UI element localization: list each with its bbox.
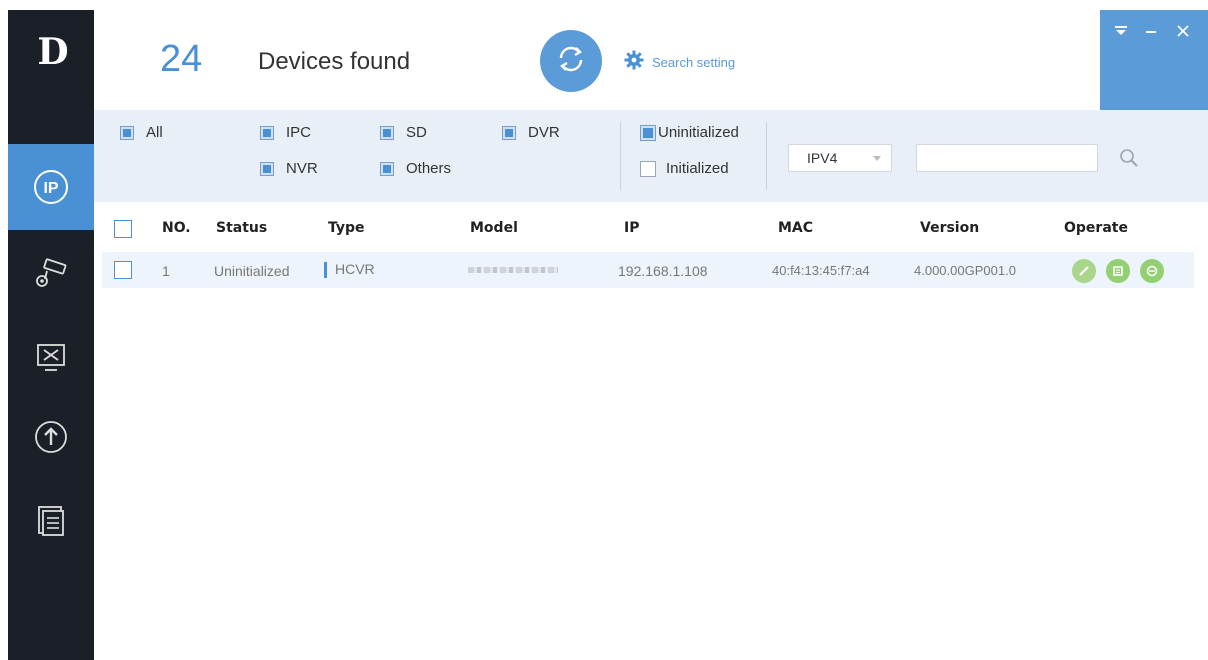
others-checkbox[interactable] (380, 161, 394, 176)
pencil-icon (1079, 266, 1089, 276)
chevron-down-icon (873, 156, 881, 161)
initialized-checkbox[interactable] (640, 160, 656, 177)
column-header-ip[interactable]: IP (624, 220, 639, 236)
row-type-label: HCVR (335, 261, 375, 277)
others-label: Others (406, 160, 452, 177)
nvr-checkbox[interactable] (260, 161, 274, 176)
nvr-label: NVR (286, 160, 318, 177)
search-setting-label: Search setting (652, 55, 736, 70)
column-header-mac[interactable]: MAC (778, 220, 813, 236)
row-mac: 40:f4:13:45:f7:a4 (772, 263, 870, 278)
filter-sd[interactable]: SD (380, 124, 427, 141)
sd-checkbox[interactable] (380, 125, 394, 140)
divider (620, 122, 621, 190)
filter-others[interactable]: Others (380, 160, 451, 177)
row-model-redacted (468, 267, 558, 273)
edit-button[interactable] (1072, 259, 1096, 283)
web-icon (1146, 265, 1158, 277)
sidebar: D IP (8, 10, 94, 660)
all-label: All (146, 124, 163, 141)
row-checkbox[interactable] (114, 261, 132, 279)
devices-found-label: Devices found (258, 48, 411, 75)
sidebar-item-document[interactable] (8, 476, 94, 562)
column-header-type[interactable]: Type (328, 220, 365, 236)
close-button[interactable] (1172, 20, 1194, 42)
filter-all[interactable]: All (120, 124, 163, 141)
search-input[interactable] (916, 144, 1098, 172)
select-all-checkbox[interactable] (114, 220, 132, 238)
column-header-no[interactable]: NO. (162, 220, 191, 236)
sidebar-item-camera-settings[interactable] (8, 230, 94, 316)
refresh-button[interactable] (540, 30, 602, 92)
column-header-operate: Operate (1064, 220, 1128, 236)
menu-dropdown-icon[interactable] (1110, 20, 1132, 42)
uninitialized-label: Uninitialized (658, 124, 739, 141)
gear-icon (624, 50, 644, 75)
header: 24 Devices found Search setting (94, 10, 1208, 110)
search-setting-button[interactable]: Search setting (624, 50, 735, 75)
row-ip: 192.168.1.108 (618, 263, 708, 279)
column-header-version[interactable]: Version (920, 220, 979, 236)
details-icon (1113, 266, 1123, 276)
minimize-button[interactable] (1140, 20, 1162, 42)
svg-text:IP: IP (43, 180, 58, 197)
system-tools-icon (31, 337, 71, 377)
search-icon[interactable] (1118, 147, 1140, 169)
filter-uninitialized[interactable]: Uninitialized (640, 124, 739, 141)
device-count: 24 (160, 38, 203, 80)
column-header-model[interactable]: Model (470, 220, 518, 236)
filter-bar: All IPC SD DVR NVR Others Uninitialized (94, 110, 1208, 202)
app-window: D IP 24 Devices found Search setting All… (8, 10, 1208, 660)
filter-initialized[interactable]: Initialized (640, 160, 729, 177)
table-row[interactable]: 1 Uninitialized HCVR 192.168.1.108 40:f4… (102, 252, 1194, 288)
device-table: NO. Status Type Model IP MAC Version Ope… (94, 202, 1208, 660)
type-marker (324, 262, 327, 279)
web-button[interactable] (1140, 259, 1164, 283)
row-type: HCVR (324, 261, 375, 279)
logo: D (37, 31, 68, 73)
window-controls (1100, 10, 1208, 110)
initialized-label: Initialized (666, 160, 729, 177)
column-header-status[interactable]: Status (216, 220, 267, 236)
sd-label: SD (406, 124, 427, 141)
details-button[interactable] (1106, 259, 1130, 283)
row-no: 1 (162, 263, 170, 279)
filter-ipc[interactable]: IPC (260, 124, 311, 141)
all-checkbox[interactable] (120, 125, 134, 140)
ip-version-select[interactable]: IPV4 (788, 144, 892, 172)
ip-version-value: IPV4 (807, 150, 838, 166)
ipc-checkbox[interactable] (260, 125, 274, 140)
ip-icon: IP (31, 167, 71, 207)
uninitialized-checkbox[interactable] (640, 124, 656, 141)
sidebar-item-system-tools[interactable] (8, 314, 94, 400)
refresh-icon (554, 42, 588, 81)
document-icon (31, 499, 71, 539)
dvr-label: DVR (528, 124, 560, 141)
upgrade-icon (31, 417, 71, 457)
ipc-label: IPC (286, 124, 312, 141)
filter-dvr[interactable]: DVR (502, 124, 560, 141)
sidebar-item-upgrade[interactable] (8, 394, 94, 480)
table-header: NO. Status Type Model IP MAC Version Ope… (94, 210, 1194, 248)
divider (766, 122, 767, 190)
dvr-checkbox[interactable] (502, 125, 516, 140)
filter-nvr[interactable]: NVR (260, 160, 318, 177)
row-version: 4.000.00GP001.0 (914, 263, 1016, 278)
camera-settings-icon (31, 253, 71, 293)
row-status: Uninitialized (214, 263, 290, 279)
sidebar-item-ip[interactable]: IP (8, 144, 94, 230)
